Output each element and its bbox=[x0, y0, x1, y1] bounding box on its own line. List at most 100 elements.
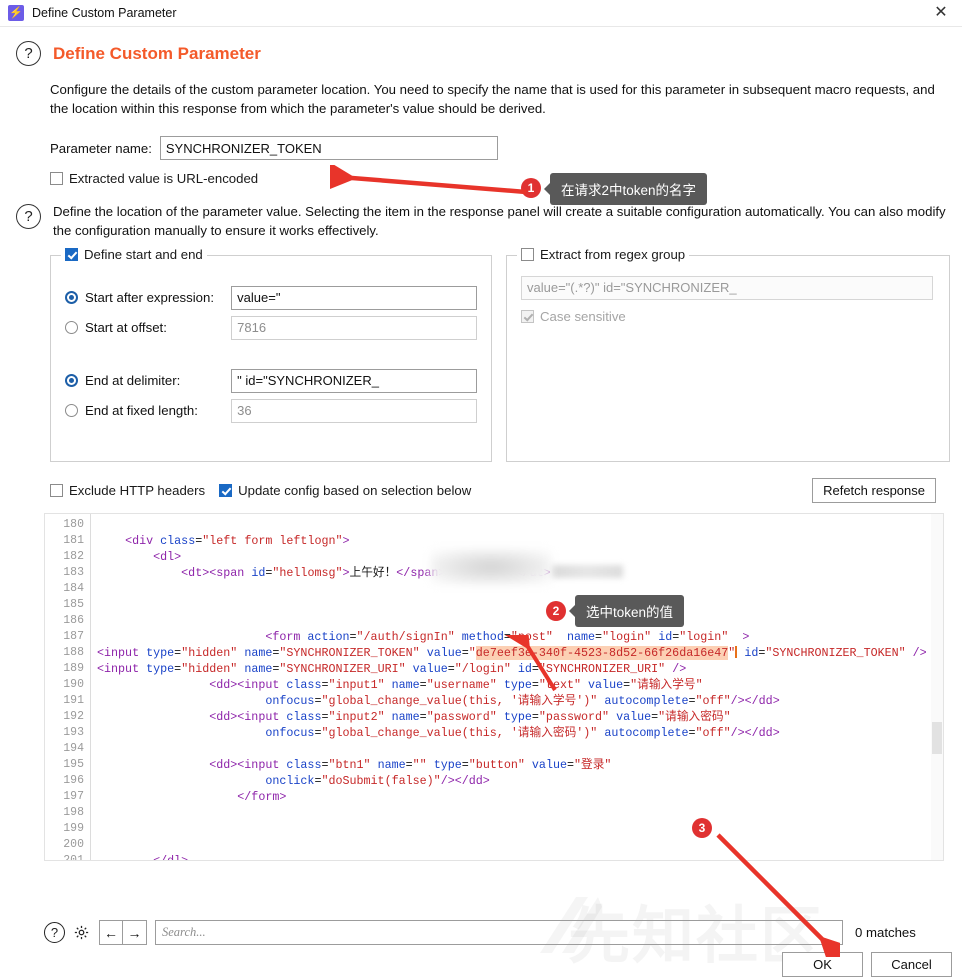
gear-icon[interactable] bbox=[69, 921, 93, 945]
cancel-button[interactable]: Cancel bbox=[871, 952, 952, 977]
exclude-headers-label: Exclude HTTP headers bbox=[69, 482, 206, 498]
start-after-expression-input[interactable] bbox=[231, 285, 477, 310]
code-line: <input type="hidden" name="SYNCHRONIZER_… bbox=[97, 645, 927, 660]
line-number: 190 bbox=[63, 677, 84, 691]
regex-pattern-input[interactable] bbox=[521, 275, 933, 300]
configuration-groups: Define start and end Start after express… bbox=[50, 246, 962, 462]
start-after-expression-label: Start after expression: bbox=[85, 290, 215, 306]
line-number: 183 bbox=[63, 565, 84, 579]
exclude-headers-row[interactable]: Exclude HTTP headers bbox=[50, 483, 205, 498]
parameter-name-row: Parameter name: bbox=[50, 136, 962, 161]
line-number: 187 bbox=[63, 629, 84, 643]
code-line: <dd><input class="btn1" name="" type="bu… bbox=[209, 757, 612, 772]
end-at-delimiter-label: End at delimiter: bbox=[85, 373, 181, 389]
code-line: <input type="hidden" name="SYNCHRONIZER_… bbox=[97, 661, 687, 676]
response-code-panel[interactable]: 180 181 182 183 184 185 186 187 188 189 … bbox=[44, 512, 944, 861]
code-line: <dd><input class="input1" name="username… bbox=[209, 677, 703, 692]
end-at-delimiter-input[interactable] bbox=[231, 368, 477, 393]
annotation-marker-1: 1 bbox=[521, 178, 541, 198]
help-question-icon[interactable]: ? bbox=[16, 41, 41, 66]
line-number: 186 bbox=[63, 613, 84, 627]
window-title: Define Custom Parameter bbox=[32, 6, 177, 20]
search-input[interactable] bbox=[155, 920, 843, 945]
lightning-bolt-icon: ⚡ bbox=[8, 5, 24, 21]
end-at-fixed-length-row[interactable]: End at fixed length: bbox=[65, 398, 477, 423]
start-at-offset-radio[interactable] bbox=[65, 321, 78, 335]
case-sensitive-checkbox[interactable] bbox=[521, 309, 534, 323]
annotation-marker-2: 2 bbox=[546, 601, 566, 621]
dialog-header: ? Define Custom Parameter bbox=[0, 27, 962, 70]
line-number: 192 bbox=[63, 709, 84, 723]
annotation-bubble-1: 在请求2中token的名字 bbox=[550, 173, 708, 205]
line-number: 199 bbox=[63, 821, 84, 835]
update-config-row[interactable]: Update config based on selection below bbox=[219, 483, 471, 498]
define-start-end-group: Define start and end Start after express… bbox=[50, 246, 492, 462]
location-help-block: ? Define the location of the parameter v… bbox=[0, 186, 962, 240]
help-question-icon-2[interactable]: ? bbox=[16, 204, 41, 230]
ok-button[interactable]: OK bbox=[782, 952, 863, 977]
code-line: </form> bbox=[237, 789, 287, 804]
extract-regex-checkbox[interactable] bbox=[521, 247, 534, 261]
start-after-expression-radio[interactable] bbox=[65, 291, 78, 305]
end-at-fixed-length-radio[interactable] bbox=[65, 404, 78, 418]
url-encoded-checkbox[interactable] bbox=[50, 172, 63, 186]
parameter-name-label: Parameter name: bbox=[50, 140, 152, 156]
code-scrollbar-track[interactable] bbox=[931, 513, 943, 860]
extract-regex-legend[interactable]: Extract from regex group bbox=[517, 246, 690, 262]
help-icon[interactable]: ? bbox=[44, 922, 65, 943]
code-line: onfocus="global_change_value(this, '请输入学… bbox=[265, 693, 780, 708]
line-number: 195 bbox=[63, 757, 84, 771]
update-config-checkbox[interactable] bbox=[219, 483, 233, 497]
code-line: </dl> bbox=[97, 853, 943, 860]
line-number: 201 bbox=[63, 853, 84, 861]
end-at-delimiter-row[interactable]: End at delimiter: bbox=[65, 368, 477, 393]
refetch-response-button[interactable]: Refetch response bbox=[812, 477, 936, 503]
line-number: 198 bbox=[63, 805, 84, 819]
search-next-button[interactable]: → bbox=[123, 920, 147, 945]
line-number: 184 bbox=[63, 581, 84, 595]
code-line: onfocus="global_change_value(this, '请输入密… bbox=[265, 725, 780, 740]
code-scrollbar-thumb[interactable] bbox=[932, 721, 942, 754]
header-description: Configure the details of the custom para… bbox=[50, 82, 935, 117]
end-at-fixed-length-input[interactable] bbox=[231, 398, 477, 423]
annotation-marker-3: 3 bbox=[692, 818, 712, 838]
line-number: 193 bbox=[63, 725, 84, 739]
extract-regex-label: Extract from regex group bbox=[540, 246, 686, 262]
line-number: 194 bbox=[63, 741, 84, 755]
search-prev-button[interactable]: ← bbox=[99, 920, 123, 945]
start-at-offset-row[interactable]: Start at offset: bbox=[65, 315, 477, 340]
extract-regex-group: Extract from regex group Case sensitive bbox=[506, 246, 950, 462]
code-line: <dd><input class="input2" name="password… bbox=[209, 709, 731, 724]
define-start-end-checkbox[interactable] bbox=[65, 247, 78, 261]
start-at-offset-input[interactable] bbox=[231, 315, 477, 340]
parameter-name-input[interactable] bbox=[159, 136, 498, 161]
update-config-label: Update config based on selection below bbox=[238, 482, 472, 498]
close-icon[interactable]: ✕ bbox=[930, 2, 952, 24]
window-titlebar: ⚡ Define Custom Parameter ✕ bbox=[0, 0, 962, 27]
line-number: 196 bbox=[63, 773, 84, 787]
line-number: 181 bbox=[63, 533, 84, 547]
end-at-fixed-length-label: End at fixed length: bbox=[85, 403, 198, 419]
case-sensitive-row[interactable]: Case sensitive bbox=[521, 309, 935, 324]
line-number: 182 bbox=[63, 549, 84, 563]
start-after-expression-row[interactable]: Start after expression: bbox=[65, 285, 477, 310]
line-number-gutter: 180 181 182 183 184 185 186 187 188 189 … bbox=[45, 513, 91, 861]
line-number: 191 bbox=[63, 693, 84, 707]
end-at-delimiter-radio[interactable] bbox=[65, 374, 78, 388]
location-help-description: Define the location of the parameter val… bbox=[53, 204, 946, 239]
define-start-end-label: Define start and end bbox=[84, 246, 203, 262]
dialog-button-bar: OK Cancel bbox=[782, 952, 952, 977]
define-start-end-legend[interactable]: Define start and end bbox=[61, 246, 207, 262]
exclude-headers-checkbox[interactable] bbox=[50, 483, 63, 497]
url-encoded-label: Extracted value is URL-encoded bbox=[69, 171, 259, 187]
line-number: 197 bbox=[63, 789, 84, 803]
code-line: onclick="doSubmit(false)"/></dd> bbox=[265, 773, 490, 788]
url-encoded-row[interactable]: Extracted value is URL-encoded bbox=[50, 171, 962, 186]
